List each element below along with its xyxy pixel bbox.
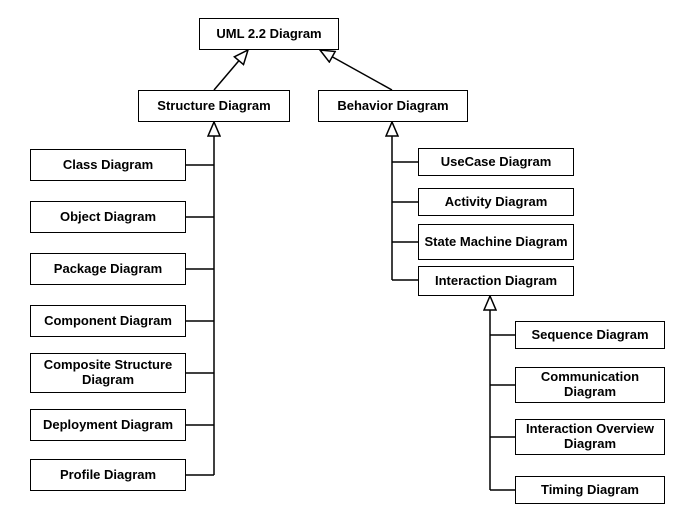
node-label: State Machine Diagram [424, 235, 567, 250]
node-label: Deployment Diagram [43, 418, 173, 433]
node-profile-diagram: Profile Diagram [30, 459, 186, 491]
node-label: Interaction Diagram [435, 274, 557, 289]
node-label: UML 2.2 Diagram [216, 27, 321, 42]
node-label: UseCase Diagram [441, 155, 552, 170]
node-label: Component Diagram [44, 314, 172, 329]
node-label: Timing Diagram [541, 483, 639, 498]
node-timing-diagram: Timing Diagram [515, 476, 665, 504]
node-label: Sequence Diagram [531, 328, 648, 343]
node-usecase-diagram: UseCase Diagram [418, 148, 574, 176]
node-label: Class Diagram [63, 158, 153, 173]
node-class-diagram: Class Diagram [30, 149, 186, 181]
node-package-diagram: Package Diagram [30, 253, 186, 285]
node-interaction-overview-diagram: Interaction Overview Diagram [515, 419, 665, 455]
node-label: Communication Diagram [520, 370, 660, 400]
node-label: Behavior Diagram [337, 99, 448, 114]
node-label: Object Diagram [60, 210, 156, 225]
node-label: Package Diagram [54, 262, 162, 277]
node-composite-structure-diagram: Composite Structure Diagram [30, 353, 186, 393]
node-component-diagram: Component Diagram [30, 305, 186, 337]
node-communication-diagram: Communication Diagram [515, 367, 665, 403]
node-behavior: Behavior Diagram [318, 90, 468, 122]
node-label: Interaction Overview Diagram [520, 422, 660, 452]
node-label: Structure Diagram [157, 99, 270, 114]
node-interaction-diagram: Interaction Diagram [418, 266, 574, 296]
node-state-machine-diagram: State Machine Diagram [418, 224, 574, 260]
node-object-diagram: Object Diagram [30, 201, 186, 233]
node-activity-diagram: Activity Diagram [418, 188, 574, 216]
node-label: Profile Diagram [60, 468, 156, 483]
node-structure: Structure Diagram [138, 90, 290, 122]
node-label: Activity Diagram [445, 195, 548, 210]
node-label: Composite Structure Diagram [35, 358, 181, 388]
node-sequence-diagram: Sequence Diagram [515, 321, 665, 349]
node-root: UML 2.2 Diagram [199, 18, 339, 50]
node-deployment-diagram: Deployment Diagram [30, 409, 186, 441]
